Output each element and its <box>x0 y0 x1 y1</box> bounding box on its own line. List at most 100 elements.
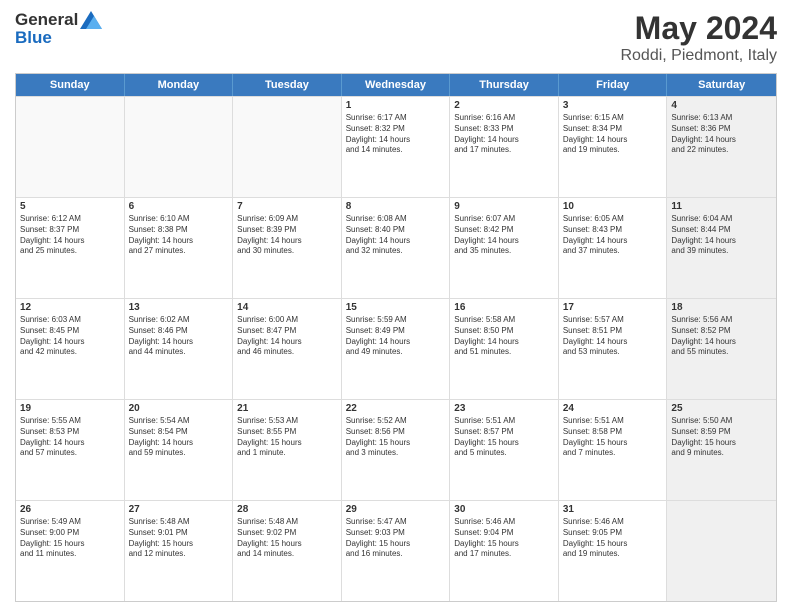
day-number: 1 <box>346 100 446 111</box>
day-number: 21 <box>237 403 337 414</box>
calendar-cell: 19 Sunrise: 5:55 AM Sunset: 8:53 PM Dayli… <box>16 400 125 500</box>
logo-blue: Blue <box>15 28 52 48</box>
day-info: Sunrise: 5:48 AM Sunset: 9:01 PM Dayligh… <box>129 517 229 560</box>
calendar-cell: 12Sunrise: 6:03 AM Sunset: 8:45 PM Dayli… <box>16 299 125 399</box>
day-number: 3 <box>563 100 663 111</box>
page: General Blue May 2024 Roddi, Piedmont, I… <box>0 0 792 612</box>
day-number: 11 <box>671 201 772 212</box>
calendar-cell: 14 Sunrise: 6:00 AM Sunset: 8:47 PM Dayli… <box>233 299 342 399</box>
day-info: Sunrise: 6:04 AM Sunset: 8:44 PM Dayligh… <box>671 214 772 257</box>
calendar-cell: 25 Sunrise: 5:50 AM Sunset: 8:59 PM Dayli… <box>667 400 776 500</box>
day-number: 5 <box>20 201 120 212</box>
day-info: Sunrise: 5:51 AM Sunset: 8:58 PM Dayligh… <box>563 416 663 459</box>
calendar-cell <box>233 97 342 197</box>
day-info: Sunrise: 5:58 AM Sunset: 8:50 PM Dayligh… <box>454 315 554 358</box>
day-info: Sunrise: 5:50 AM Sunset: 8:59 PM Dayligh… <box>671 416 772 459</box>
day-number: 25 <box>671 403 772 414</box>
calendar-cell <box>16 97 125 197</box>
day-number: 8 <box>346 201 446 212</box>
weekday-header: Friday <box>559 74 668 96</box>
day-info: Sunrise: 6:10 AM Sunset: 8:38 PM Dayligh… <box>129 214 229 257</box>
day-number: 12 <box>20 302 120 313</box>
weekday-header: Wednesday <box>342 74 451 96</box>
day-number: 7 <box>237 201 337 212</box>
logo-icon <box>80 11 102 29</box>
day-info: Sunrise: 6:17 AM Sunset: 8:32 PM Dayligh… <box>346 113 446 156</box>
weekday-header: Tuesday <box>233 74 342 96</box>
calendar-cell: 15Sunrise: 5:59 AM Sunset: 8:49 PM Dayli… <box>342 299 451 399</box>
calendar-cell: 21 Sunrise: 5:53 AM Sunset: 8:55 PM Dayli… <box>233 400 342 500</box>
day-info: Sunrise: 6:16 AM Sunset: 8:33 PM Dayligh… <box>454 113 554 156</box>
calendar-cell: 5 Sunrise: 6:12 AM Sunset: 8:37 PM Daylig… <box>16 198 125 298</box>
day-number: 14 <box>237 302 337 313</box>
day-number: 6 <box>129 201 229 212</box>
calendar-cell: 9Sunrise: 6:07 AM Sunset: 8:42 PM Daylig… <box>450 198 559 298</box>
day-info: Sunrise: 6:07 AM Sunset: 8:42 PM Dayligh… <box>454 214 554 257</box>
calendar-cell: 10 Sunrise: 6:05 AM Sunset: 8:43 PM Dayli… <box>559 198 668 298</box>
calendar-cell: 6 Sunrise: 6:10 AM Sunset: 8:38 PM Daylig… <box>125 198 234 298</box>
calendar-cell: 28Sunrise: 5:48 AM Sunset: 9:02 PM Dayli… <box>233 501 342 601</box>
calendar-body: 1 Sunrise: 6:17 AM Sunset: 8:32 PM Daylig… <box>16 96 776 601</box>
calendar-cell <box>667 501 776 601</box>
day-number: 24 <box>563 403 663 414</box>
day-info: Sunrise: 5:56 AM Sunset: 8:52 PM Dayligh… <box>671 315 772 358</box>
calendar-row: 19 Sunrise: 5:55 AM Sunset: 8:53 PM Dayli… <box>16 399 776 500</box>
day-number: 10 <box>563 201 663 212</box>
day-info: Sunrise: 5:48 AM Sunset: 9:02 PM Dayligh… <box>237 517 337 560</box>
day-info: Sunrise: 6:05 AM Sunset: 8:43 PM Dayligh… <box>563 214 663 257</box>
calendar-cell: 3Sunrise: 6:15 AM Sunset: 8:34 PM Daylig… <box>559 97 668 197</box>
header: General Blue May 2024 Roddi, Piedmont, I… <box>15 10 777 65</box>
day-number: 13 <box>129 302 229 313</box>
calendar-cell: 27 Sunrise: 5:48 AM Sunset: 9:01 PM Dayli… <box>125 501 234 601</box>
calendar-cell: 26Sunrise: 5:49 AM Sunset: 9:00 PM Dayli… <box>16 501 125 601</box>
calendar-row: 12Sunrise: 6:03 AM Sunset: 8:45 PM Dayli… <box>16 298 776 399</box>
calendar-cell <box>125 97 234 197</box>
day-number: 31 <box>563 504 663 515</box>
day-number: 29 <box>346 504 446 515</box>
day-info: Sunrise: 5:59 AM Sunset: 8:49 PM Dayligh… <box>346 315 446 358</box>
day-number: 4 <box>671 100 772 111</box>
title-block: May 2024 Roddi, Piedmont, Italy <box>620 10 777 65</box>
calendar-cell: 20 Sunrise: 5:54 AM Sunset: 8:54 PM Dayli… <box>125 400 234 500</box>
location: Roddi, Piedmont, Italy <box>620 47 777 65</box>
calendar-cell: 29Sunrise: 5:47 AM Sunset: 9:03 PM Dayli… <box>342 501 451 601</box>
day-number: 19 <box>20 403 120 414</box>
day-info: Sunrise: 5:53 AM Sunset: 8:55 PM Dayligh… <box>237 416 337 459</box>
day-number: 30 <box>454 504 554 515</box>
calendar-cell: 7 Sunrise: 6:09 AM Sunset: 8:39 PM Daylig… <box>233 198 342 298</box>
day-info: Sunrise: 5:46 AM Sunset: 9:05 PM Dayligh… <box>563 517 663 560</box>
calendar-cell: 31 Sunrise: 5:46 AM Sunset: 9:05 PM Dayli… <box>559 501 668 601</box>
day-info: Sunrise: 5:54 AM Sunset: 8:54 PM Dayligh… <box>129 416 229 459</box>
calendar-header: SundayMondayTuesdayWednesdayThursdayFrid… <box>16 74 776 96</box>
calendar-cell: 22 Sunrise: 5:52 AM Sunset: 8:56 PM Dayli… <box>342 400 451 500</box>
day-info: Sunrise: 6:02 AM Sunset: 8:46 PM Dayligh… <box>129 315 229 358</box>
calendar-cell: 24 Sunrise: 5:51 AM Sunset: 8:58 PM Dayli… <box>559 400 668 500</box>
day-number: 22 <box>346 403 446 414</box>
day-number: 20 <box>129 403 229 414</box>
day-number: 23 <box>454 403 554 414</box>
calendar-cell: 17Sunrise: 5:57 AM Sunset: 8:51 PM Dayli… <box>559 299 668 399</box>
day-number: 17 <box>563 302 663 313</box>
day-info: Sunrise: 6:09 AM Sunset: 8:39 PM Dayligh… <box>237 214 337 257</box>
calendar-cell: 16Sunrise: 5:58 AM Sunset: 8:50 PM Dayli… <box>450 299 559 399</box>
day-number: 18 <box>671 302 772 313</box>
logo: General Blue <box>15 10 102 48</box>
calendar-row: 26Sunrise: 5:49 AM Sunset: 9:00 PM Dayli… <box>16 500 776 601</box>
weekday-header: Thursday <box>450 74 559 96</box>
day-info: Sunrise: 6:08 AM Sunset: 8:40 PM Dayligh… <box>346 214 446 257</box>
day-number: 2 <box>454 100 554 111</box>
day-info: Sunrise: 5:52 AM Sunset: 8:56 PM Dayligh… <box>346 416 446 459</box>
calendar-cell: 4 Sunrise: 6:13 AM Sunset: 8:36 PM Daylig… <box>667 97 776 197</box>
calendar-cell: 30Sunrise: 5:46 AM Sunset: 9:04 PM Dayli… <box>450 501 559 601</box>
day-info: Sunrise: 6:13 AM Sunset: 8:36 PM Dayligh… <box>671 113 772 156</box>
day-info: Sunrise: 5:55 AM Sunset: 8:53 PM Dayligh… <box>20 416 120 459</box>
weekday-header: Monday <box>125 74 234 96</box>
calendar-cell: 13 Sunrise: 6:02 AM Sunset: 8:46 PM Dayli… <box>125 299 234 399</box>
calendar-cell: 18 Sunrise: 5:56 AM Sunset: 8:52 PM Dayli… <box>667 299 776 399</box>
day-info: Sunrise: 6:00 AM Sunset: 8:47 PM Dayligh… <box>237 315 337 358</box>
calendar-cell: 8 Sunrise: 6:08 AM Sunset: 8:40 PM Daylig… <box>342 198 451 298</box>
day-info: Sunrise: 6:12 AM Sunset: 8:37 PM Dayligh… <box>20 214 120 257</box>
day-number: 27 <box>129 504 229 515</box>
calendar-row: 1 Sunrise: 6:17 AM Sunset: 8:32 PM Daylig… <box>16 96 776 197</box>
day-info: Sunrise: 5:51 AM Sunset: 8:57 PM Dayligh… <box>454 416 554 459</box>
